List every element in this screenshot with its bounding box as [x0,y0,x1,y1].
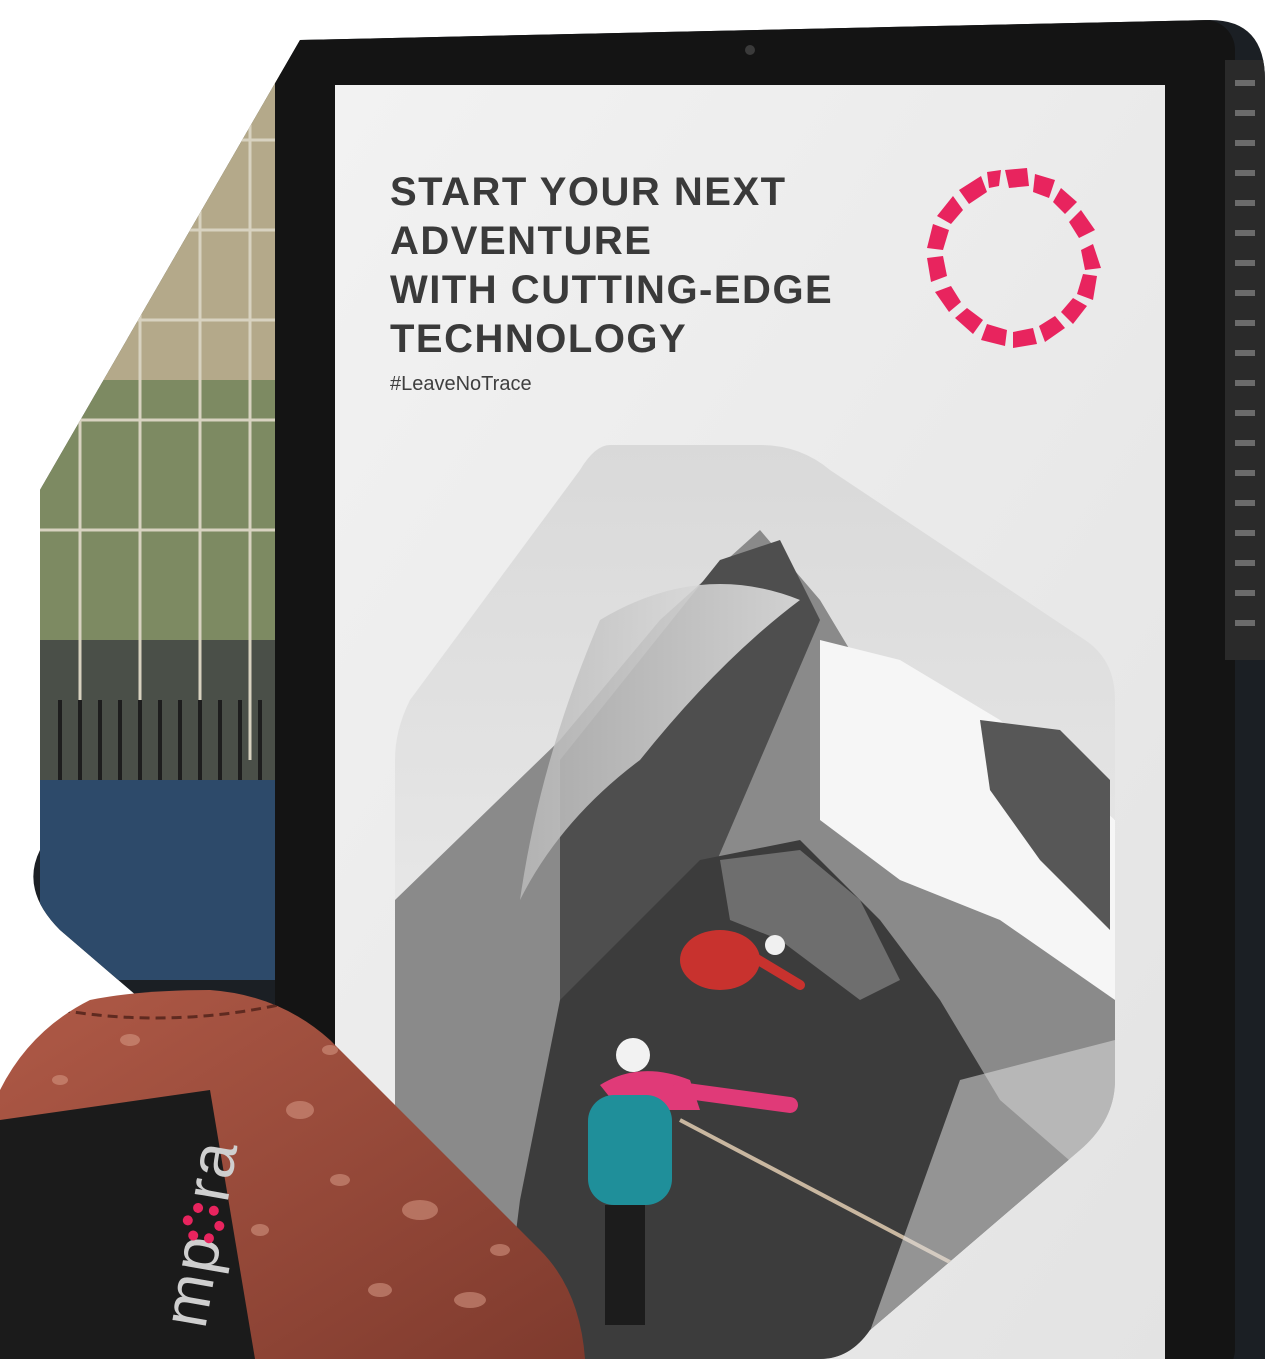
perforated-wall [1225,60,1265,660]
headline-line-1: START YOUR NEXT [390,170,787,214]
headline-line-3: WITH CUTTING-EDGE [390,268,833,312]
scaffolding-area [40,60,280,980]
label-text-after: ra [170,1134,251,1206]
headline-line-2: ADVENTURE [390,219,652,263]
headline-line-4: TECHNOLOGY [390,317,687,361]
scene: START YOUR NEXT ADVENTURE WITH CUTTING-E… [0,20,1265,1359]
hashtag: #LeaveNoTrace [390,373,532,395]
